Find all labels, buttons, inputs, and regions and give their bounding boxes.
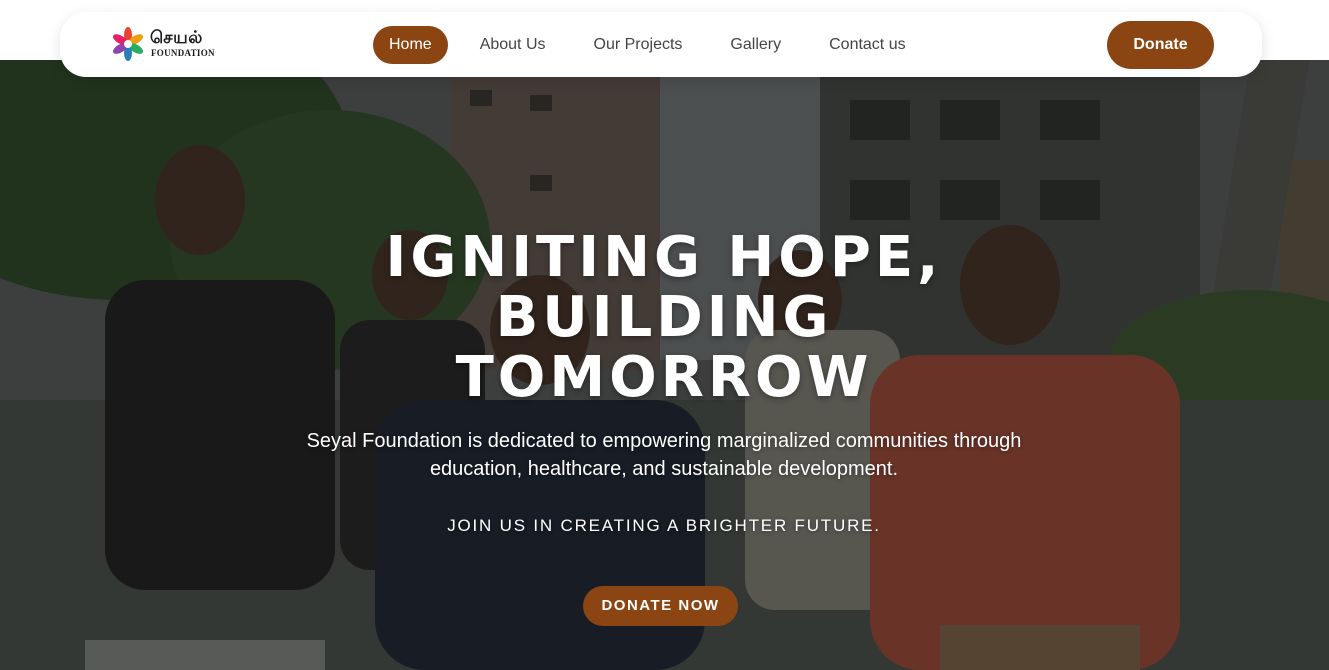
hero-title-line-3: TOMORROW — [455, 345, 873, 410]
nav-contact-link[interactable]: Contact us — [813, 26, 921, 64]
main-navbar: செயல் FOUNDATION Home About Us Our Proje… — [60, 12, 1262, 77]
hero-cta-text: JOIN US IN CREATING A BRIGHTER FUTURE. — [447, 516, 881, 535]
hero-title-line-2: BUILDING — [495, 285, 833, 350]
donate-button[interactable]: Donate — [1107, 21, 1214, 69]
nav-projects-link[interactable]: Our Projects — [578, 26, 699, 64]
nav-gallery-link[interactable]: Gallery — [714, 26, 797, 64]
hero-section: IGNITING HOPE, BUILDING TOMORROW Seyal F… — [0, 0, 1329, 670]
hero-title: IGNITING HOPE, BUILDING TOMORROW — [264, 228, 1064, 408]
brand-name-subtext: FOUNDATION — [151, 48, 215, 58]
nav-about-link[interactable]: About Us — [464, 26, 562, 64]
donate-now-button[interactable]: DONATE NOW — [583, 586, 738, 626]
nav-links: Home About Us Our Projects Gallery Conta… — [373, 26, 938, 64]
brand-name-tamil: செயல் — [150, 28, 203, 48]
seyal-flower-logo-icon — [112, 27, 144, 61]
hero-description: Seyal Foundation is dedicated to empower… — [306, 430, 1022, 480]
nav-home-link[interactable]: Home — [373, 26, 448, 64]
brand-logo[interactable]: செயல் FOUNDATION — [110, 26, 220, 64]
hero-title-line-1: IGNITING HOPE, — [385, 225, 943, 290]
